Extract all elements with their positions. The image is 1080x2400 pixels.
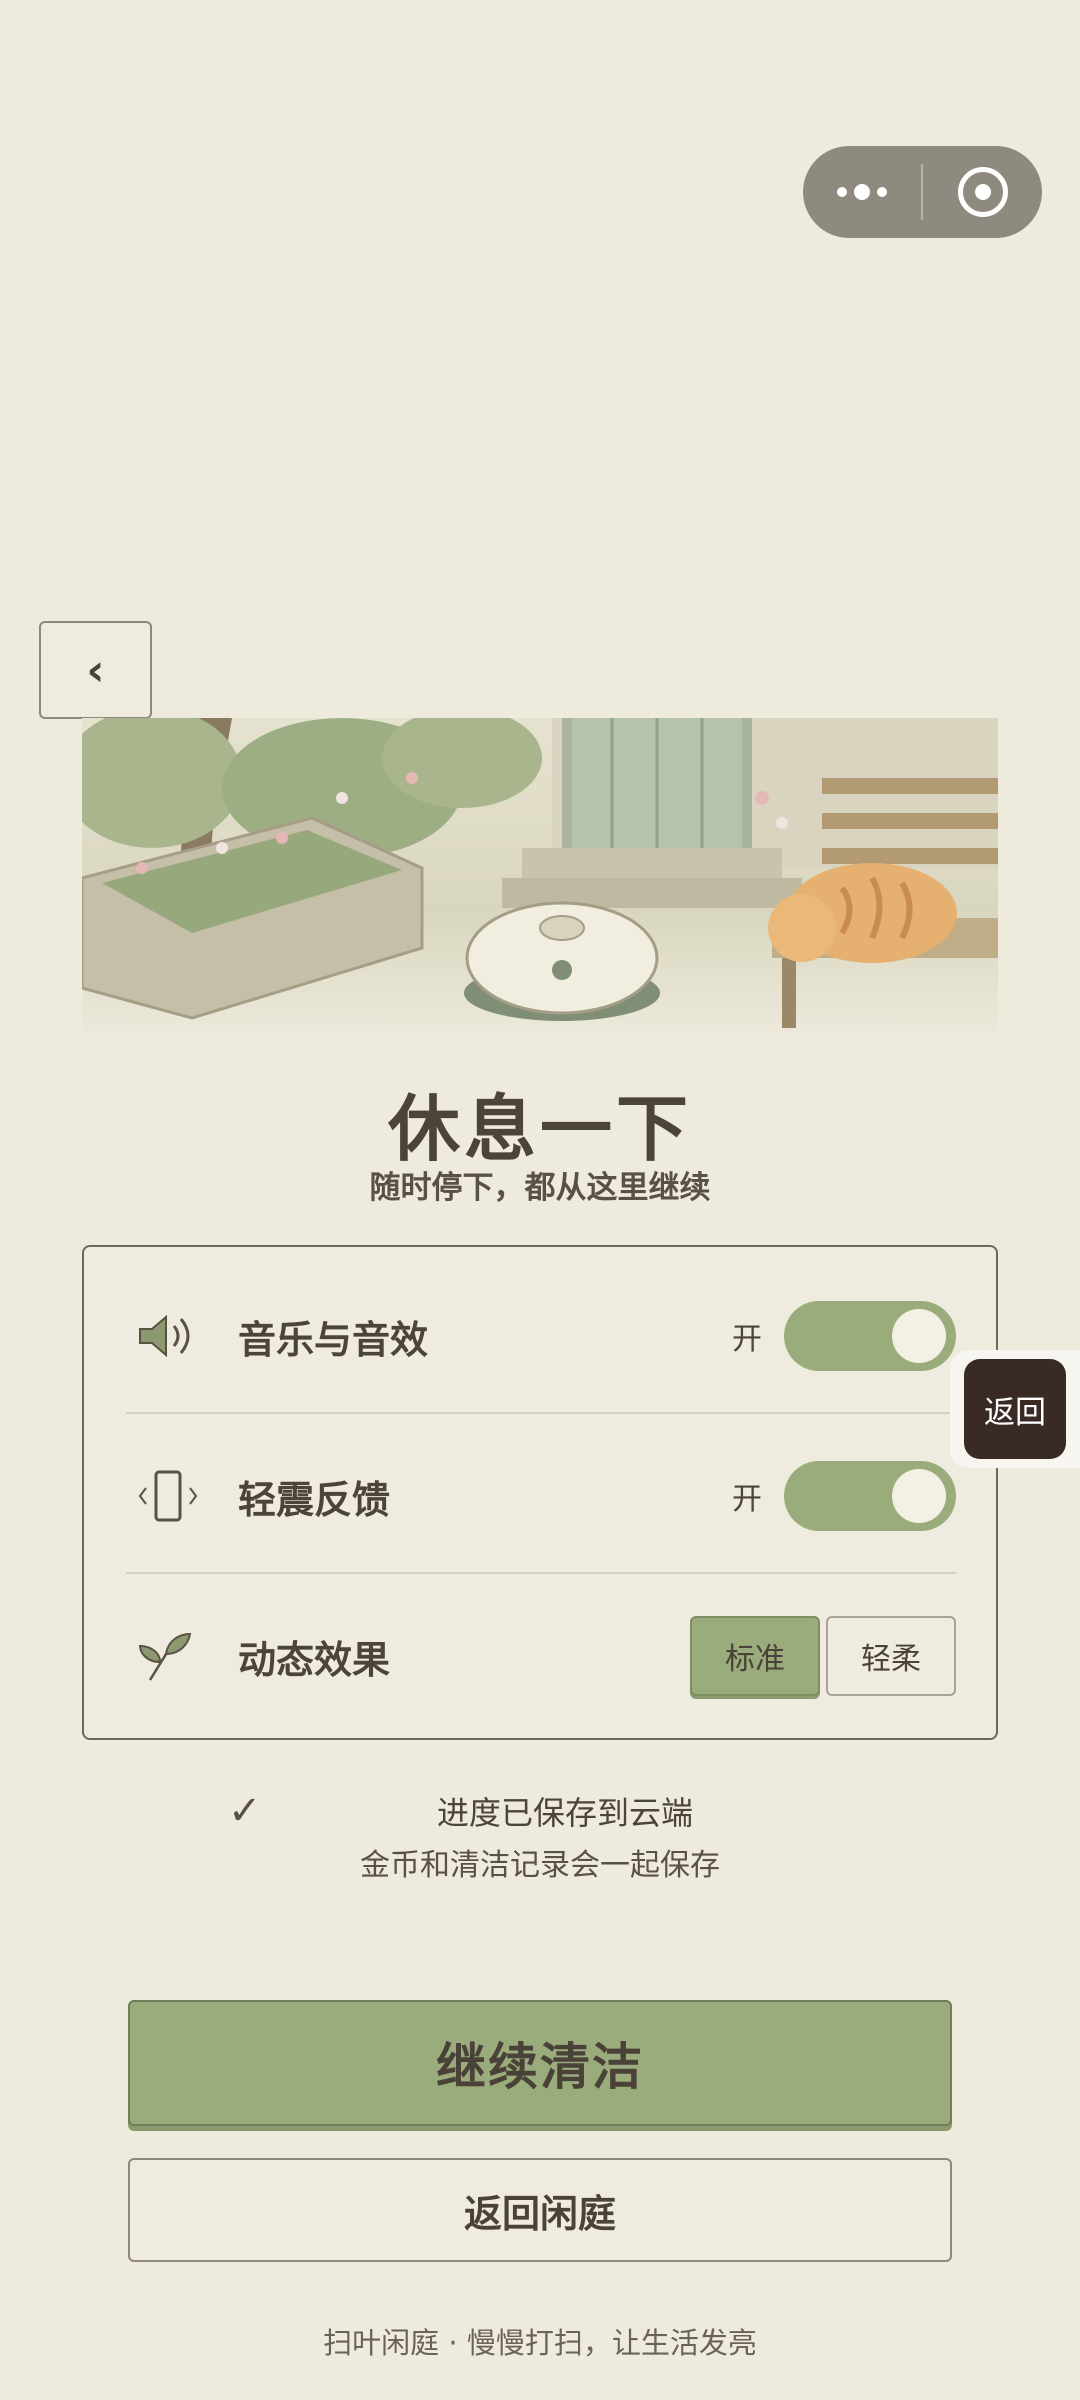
continue-cleaning-button[interactable]: 继续清洁 — [128, 2000, 952, 2126]
row-divider — [126, 1572, 956, 1574]
page-subtitle: 随时停下，都从这里继续 — [369, 1170, 711, 1206]
toggle-knob — [892, 1309, 946, 1363]
setting-row-music: 音乐与音效 开 — [124, 1257, 956, 1415]
chevron-left-icon: ‹ — [86, 644, 105, 696]
setting-row-haptics: 轻震反馈 开 — [124, 1417, 956, 1575]
floating-back-button[interactable]: 返回 — [950, 1350, 1080, 1468]
garden-illustration — [82, 718, 998, 1040]
save-status-text: 进度已保存到云端 — [436, 1794, 693, 1832]
motion-segmented-control: 标准 轻柔 — [690, 1616, 956, 1696]
row-divider — [126, 1412, 956, 1414]
setting-state-haptics: 开 — [732, 1482, 762, 1517]
miniprogram-capsule — [803, 146, 1042, 238]
vibrate-phone-icon — [124, 1456, 224, 1536]
music-toggle[interactable] — [784, 1301, 956, 1371]
setting-state-music: 开 — [732, 1322, 762, 1357]
motion-option-standard[interactable]: 标准 — [690, 1616, 820, 1696]
haptics-toggle[interactable] — [784, 1461, 956, 1531]
save-status-subtext: 金币和清洁记录会一起保存 — [360, 1848, 720, 1883]
setting-label-haptics: 轻震反馈 — [238, 1477, 391, 1522]
page-title: 休息一下 — [387, 1087, 692, 1171]
floating-back-label: 返回 — [964, 1359, 1066, 1459]
toggle-knob — [892, 1469, 946, 1523]
settings-card: 音乐与音效 开 轻震反馈 开 动态效果 标准 轻柔 — [82, 1245, 998, 1740]
return-to-yard-button[interactable]: 返回闲庭 — [128, 2158, 952, 2262]
setting-row-motion: 动态效果 标准 轻柔 — [124, 1577, 956, 1735]
footer-tagline: 扫叶闲庭 · 慢慢打扫，让生活发亮 — [323, 2326, 757, 2360]
target-circle-icon[interactable] — [923, 146, 1042, 238]
motion-option-gentle[interactable]: 轻柔 — [826, 1616, 956, 1696]
back-button[interactable]: ‹ — [39, 621, 152, 719]
more-dots-icon[interactable] — [803, 146, 921, 238]
speaker-icon — [124, 1296, 224, 1376]
leaf-sprout-icon — [124, 1616, 224, 1696]
setting-label-motion: 动态效果 — [238, 1637, 391, 1682]
setting-label-music: 音乐与音效 — [238, 1317, 429, 1362]
